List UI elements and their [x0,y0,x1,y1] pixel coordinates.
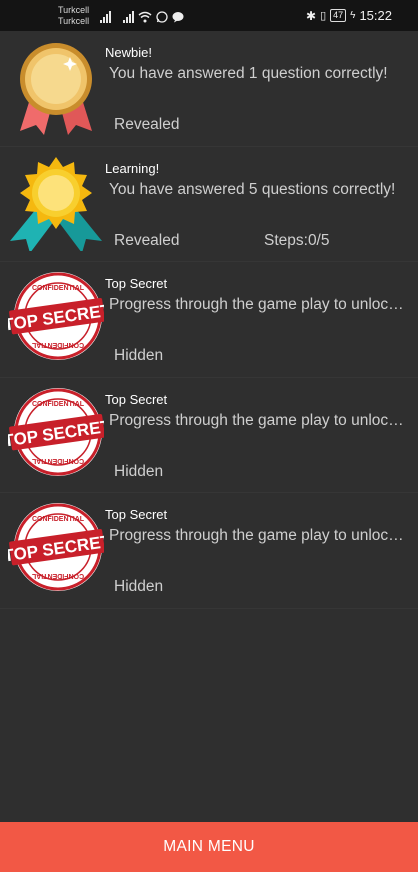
achievement-title: Top Secret [105,276,168,291]
achievement-item[interactable]: CONFIDENTIAL CONFIDENTIAL TOP SECRET Top… [0,378,418,493]
achievement-state: Hidden [114,578,164,595]
stamp-top-text: CONFIDENTIAL [32,285,85,292]
charging-icon: ϟ [350,10,356,21]
achievement-description: You have answered 1 question correctly! [109,65,388,82]
achievement-title: Newbie! [105,45,152,60]
bluetooth-icon: ✱ [306,8,317,23]
achievement-state: Hidden [114,462,164,480]
achievement-item[interactable]: CONFIDENTIAL CONFIDENTIAL TOP SECRET Top… [0,493,418,609]
stamp-top-text: CONFIDENTIAL [32,401,85,408]
vibrate-icon: ▯ [320,10,327,22]
achievement-title: Top Secret [105,391,168,407]
carrier-labels: Turkcell Turkcell [58,5,89,27]
signal-2-icon [123,11,134,23]
message-icon [172,12,184,23]
top-secret-stamp-icon: CONFIDENTIAL CONFIDENTIAL TOP SECRET [8,272,104,360]
gold-medal-icon [20,43,92,135]
achievement-state: Revealed [114,116,180,133]
battery-icon: 47 [330,9,347,22]
achievements-list: Newbie! You have answered 1 question cor… [0,31,418,609]
top-secret-stamp-icon: CONFIDENTIAL CONFIDENTIAL TOP SECRET [8,387,104,476]
achievement-title: Top Secret [105,507,168,522]
status-icons-right: ✱ ▯ 47 ϟ 15:22 [306,8,392,23]
achievement-title: Learning! [105,160,160,176]
achievement-state: Hidden [114,347,164,364]
achievement-item[interactable]: Learning! You have answered 5 questions … [0,147,418,262]
top-secret-stamp-icon: CONFIDENTIAL CONFIDENTIAL TOP SECRET [8,503,104,591]
achievement-item[interactable]: Newbie! You have answered 1 question cor… [0,31,418,147]
signal-1-icon [100,11,111,23]
carrier-1: Turkcell [58,5,90,15]
wifi-icon [138,11,152,23]
achievement-description: Progress through the game play to unlock… [109,296,405,313]
achievement-steps: Steps:0/5 [264,231,330,249]
achievement-state: Revealed [114,231,180,249]
carrier-2: Turkcell [58,16,90,26]
achievement-item[interactable]: CONFIDENTIAL CONFIDENTIAL TOP SECRET Top… [0,262,418,378]
stamp-bottom-text: CONFIDENTIAL [31,457,84,464]
achievement-description: Progress through the game play to unlock… [109,411,405,429]
achievement-description: Progress through the game play to unlock… [109,527,405,544]
clock: 15:22 [359,8,392,23]
status-bar: Turkcell Turkcell ✱ ▯ 47 ϟ 15:22 [0,0,418,31]
stamp-bottom-text: CONFIDENTIAL [31,341,84,348]
achievement-description: You have answered 5 questions correctly! [109,180,396,198]
status-icons-left [100,9,184,23]
stamp-top-text: CONFIDENTIAL [32,516,85,523]
stamp-bottom-text: CONFIDENTIAL [31,572,84,579]
main-menu-button[interactable]: MAIN MENU [0,822,418,872]
sun-rosette-icon [10,156,102,251]
whatsapp-icon [156,11,168,23]
